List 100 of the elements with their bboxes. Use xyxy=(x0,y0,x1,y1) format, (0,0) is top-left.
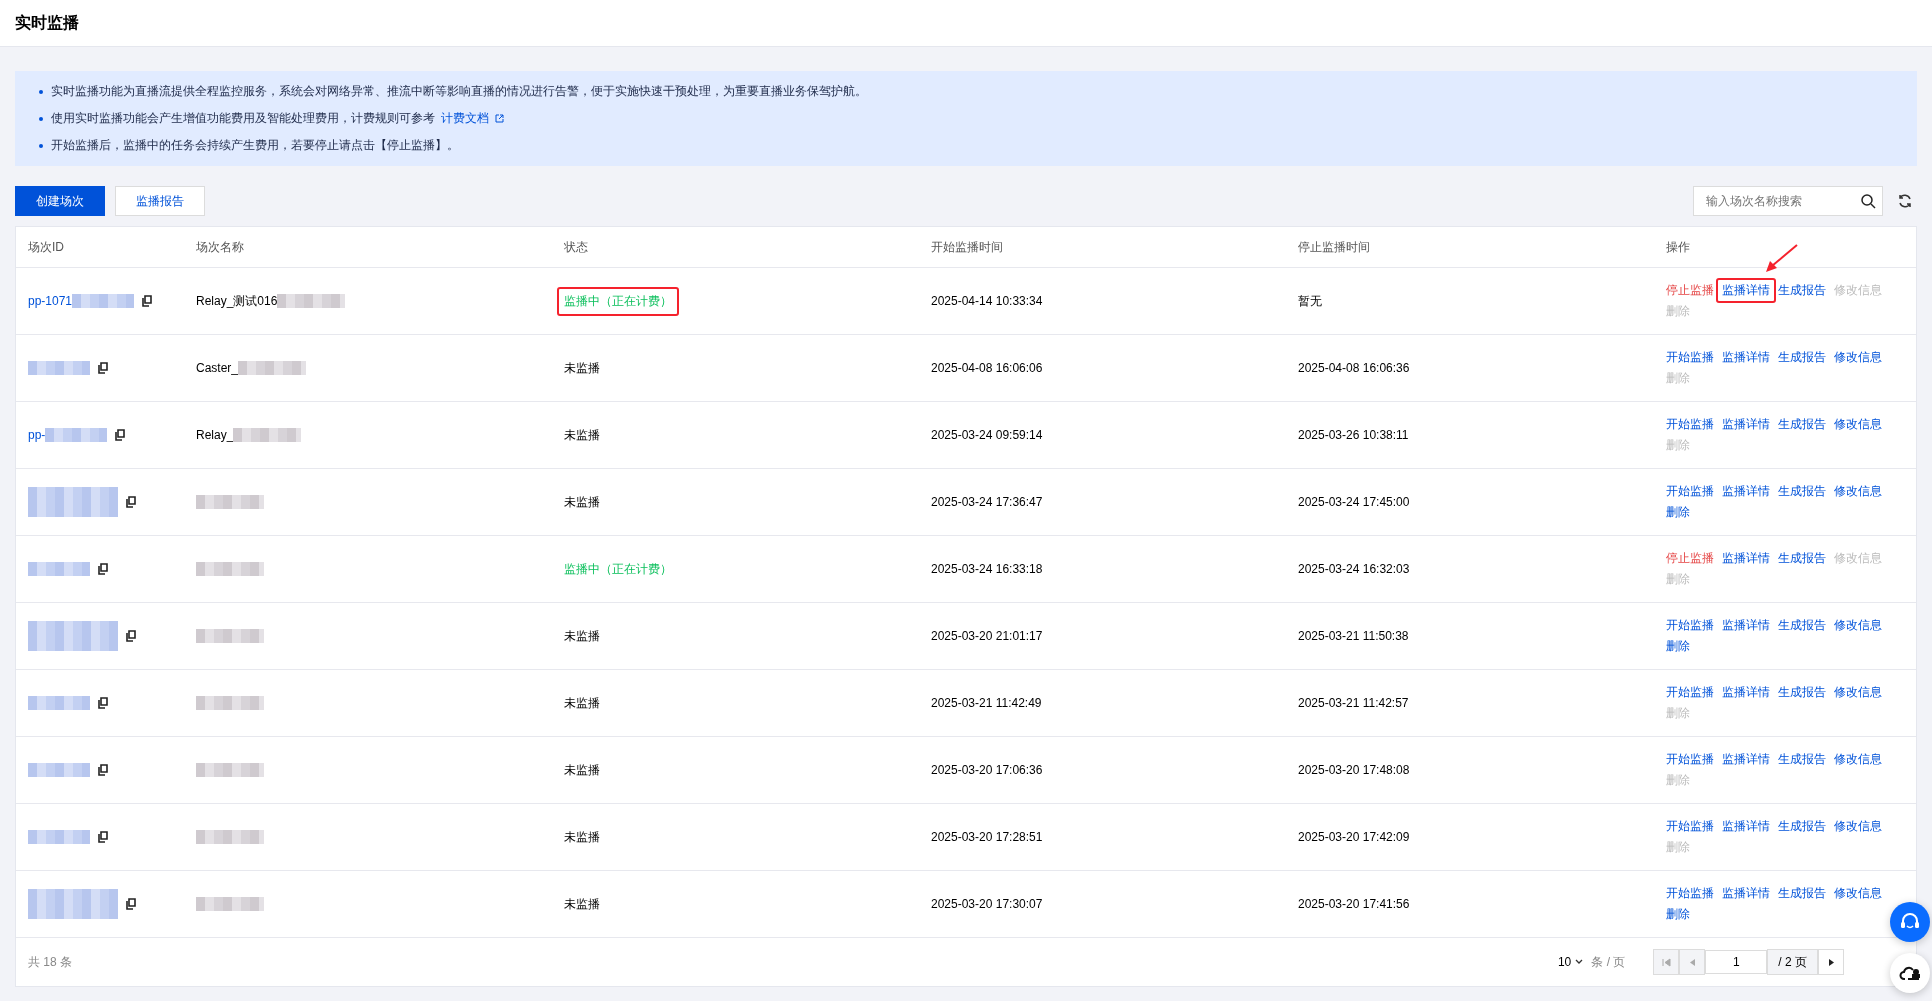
status-text: 未监播 xyxy=(563,493,601,511)
action-link[interactable]: 修改信息 xyxy=(1834,818,1882,835)
table-cell-text: 2025-03-24 09:59:14 xyxy=(930,428,1044,442)
status-text: 未监播 xyxy=(563,895,601,913)
action-link[interactable]: 开始监播 xyxy=(1666,349,1714,366)
status-text: 未监播 xyxy=(563,828,601,846)
support-button[interactable] xyxy=(1890,902,1930,942)
action-link[interactable]: 监播详情 xyxy=(1716,613,1776,638)
report-button[interactable]: 监播报告 xyxy=(115,186,205,216)
action-link[interactable]: 开始监播 xyxy=(1666,818,1714,835)
copy-icon[interactable] xyxy=(142,295,154,307)
table-cell-text: 2025-04-08 16:06:36 xyxy=(1297,361,1411,375)
action-link[interactable]: 监播详情 xyxy=(1716,412,1776,437)
table-cell-text: 2025-03-20 17:48:08 xyxy=(1297,763,1411,777)
action-link[interactable]: 生成报告 xyxy=(1778,617,1826,634)
copy-icon[interactable] xyxy=(126,496,137,508)
table-cell-text: 2025-03-24 17:36:47 xyxy=(930,495,1044,509)
action-link[interactable]: 监播详情 xyxy=(1716,345,1776,370)
action-link[interactable]: 生成报告 xyxy=(1778,550,1826,567)
copy-icon[interactable] xyxy=(115,429,127,441)
copy-icon[interactable] xyxy=(126,630,137,642)
bullet-icon xyxy=(39,143,43,148)
table-cell-text: 2025-03-24 16:33:18 xyxy=(930,562,1044,576)
action-link[interactable]: 生成报告 xyxy=(1778,349,1826,366)
action-link[interactable]: 停止监播 xyxy=(1666,282,1714,299)
action-link[interactable]: 修改信息 xyxy=(1834,684,1882,701)
table-cell-text: 2025-03-24 16:32:03 xyxy=(1297,562,1411,576)
table-cell-text: 2025-03-20 17:41:56 xyxy=(1297,897,1411,911)
action-link[interactable]: 生成报告 xyxy=(1778,885,1826,902)
copy-icon[interactable] xyxy=(98,697,109,709)
cloud-button[interactable] xyxy=(1890,953,1930,993)
search-icon[interactable] xyxy=(1860,193,1876,209)
external-link-icon xyxy=(495,114,504,123)
action-link[interactable]: 生成报告 xyxy=(1778,483,1826,500)
caret-icon xyxy=(1575,959,1584,965)
column-header: 场次名称 xyxy=(195,238,245,256)
status-text: 监播中（正在计费） xyxy=(557,286,679,316)
status-text: 未监播 xyxy=(563,627,601,645)
action-link[interactable]: 生成报告 xyxy=(1778,282,1826,299)
create-button[interactable]: 创建场次 xyxy=(15,186,105,216)
action-link[interactable]: 开始监播 xyxy=(1666,684,1714,701)
action-link[interactable]: 生成报告 xyxy=(1778,818,1826,835)
action-link[interactable]: 生成报告 xyxy=(1778,751,1826,768)
prev-page-icon xyxy=(1688,957,1696,967)
billing-doc-link[interactable]: 计费文档 xyxy=(441,110,504,127)
action-link[interactable]: 监播详情 xyxy=(1716,747,1776,772)
copy-icon[interactable] xyxy=(98,563,109,575)
action-link[interactable]: 开始监播 xyxy=(1666,617,1714,634)
copy-icon[interactable] xyxy=(98,764,109,776)
annotation-arrow xyxy=(1764,244,1798,274)
action-link[interactable]: 删除 xyxy=(1666,504,1690,521)
action-link[interactable]: 删除 xyxy=(1666,638,1690,655)
action-link[interactable]: 修改信息 xyxy=(1834,751,1882,768)
table-cell-text: 2025-03-24 17:45:00 xyxy=(1297,495,1411,509)
action-link[interactable]: 生成报告 xyxy=(1778,684,1826,701)
action-link[interactable]: 生成报告 xyxy=(1778,416,1826,433)
refresh-icon[interactable] xyxy=(1897,193,1913,209)
action-link[interactable]: 修改信息 xyxy=(1834,885,1882,902)
action-link[interactable]: 修改信息 xyxy=(1834,617,1882,634)
action-link[interactable]: 监播详情 xyxy=(1716,814,1776,839)
action-link[interactable]: 修改信息 xyxy=(1834,416,1882,433)
session-id-link[interactable]: pp-1071 xyxy=(28,294,73,308)
action-link[interactable]: 开始监播 xyxy=(1666,416,1714,433)
action-link[interactable]: 删除 xyxy=(1666,906,1690,923)
table-cell-text: 2025-03-20 17:28:51 xyxy=(930,830,1044,844)
action-link[interactable]: 修改信息 xyxy=(1834,349,1882,366)
copy-icon[interactable] xyxy=(98,362,109,374)
page-title: 实时监播 xyxy=(15,12,79,33)
copy-icon[interactable] xyxy=(98,831,109,843)
column-header: 停止监播时间 xyxy=(1297,238,1371,256)
table-cell-text: 2025-03-21 11:42:49 xyxy=(930,696,1043,710)
action-link[interactable]: 开始监播 xyxy=(1666,483,1714,500)
status-text: 未监播 xyxy=(563,761,601,779)
cloud-icon xyxy=(1899,964,1921,982)
action-link[interactable]: 修改信息 xyxy=(1834,483,1882,500)
action-link[interactable]: 开始监播 xyxy=(1666,751,1714,768)
action-link[interactable]: 开始监播 xyxy=(1666,885,1714,902)
column-header: 开始监播时间 xyxy=(930,238,1004,256)
table-cell-text: 2025-03-20 21:01:17 xyxy=(930,629,1044,643)
action-link[interactable]: 监播详情 xyxy=(1716,479,1776,504)
table-cell-text: 2025-04-14 10:33:34 xyxy=(930,294,1044,308)
table-cell-text: 2025-03-20 17:30:07 xyxy=(930,897,1044,911)
session-id-link[interactable]: pp- xyxy=(28,428,46,442)
action-link[interactable]: 监播详情 xyxy=(1716,546,1776,571)
page-size-label: 条 / 页 xyxy=(1591,953,1626,971)
table-cell-text: 2025-03-26 10:38:11 xyxy=(1297,428,1410,442)
next-page-button[interactable] xyxy=(1818,949,1844,975)
page-total: / 2 页 xyxy=(1767,949,1818,975)
table-cell-text: 暂无 xyxy=(1297,292,1323,310)
action-link[interactable]: 监播详情 xyxy=(1716,881,1776,906)
search-field[interactable]: 输入场次名称搜索 xyxy=(1693,186,1883,216)
bullet-icon xyxy=(39,89,43,94)
action-link[interactable]: 停止监播 xyxy=(1666,550,1714,567)
copy-icon[interactable] xyxy=(126,898,137,910)
page-input[interactable]: 1 xyxy=(1705,950,1768,974)
notice-text: 实时监播功能为直播流提供全程监控服务，系统会对网络异常、推流中断等影响直播的情况进行告警，便于实施快速干预处理，为重要直播业务保驾护航。 xyxy=(51,83,867,100)
column-header: 场次ID xyxy=(27,238,65,256)
page-size-select[interactable]: 10 xyxy=(1557,955,1584,969)
next-page-icon xyxy=(1827,957,1835,967)
action-link[interactable]: 监播详情 xyxy=(1716,680,1776,705)
